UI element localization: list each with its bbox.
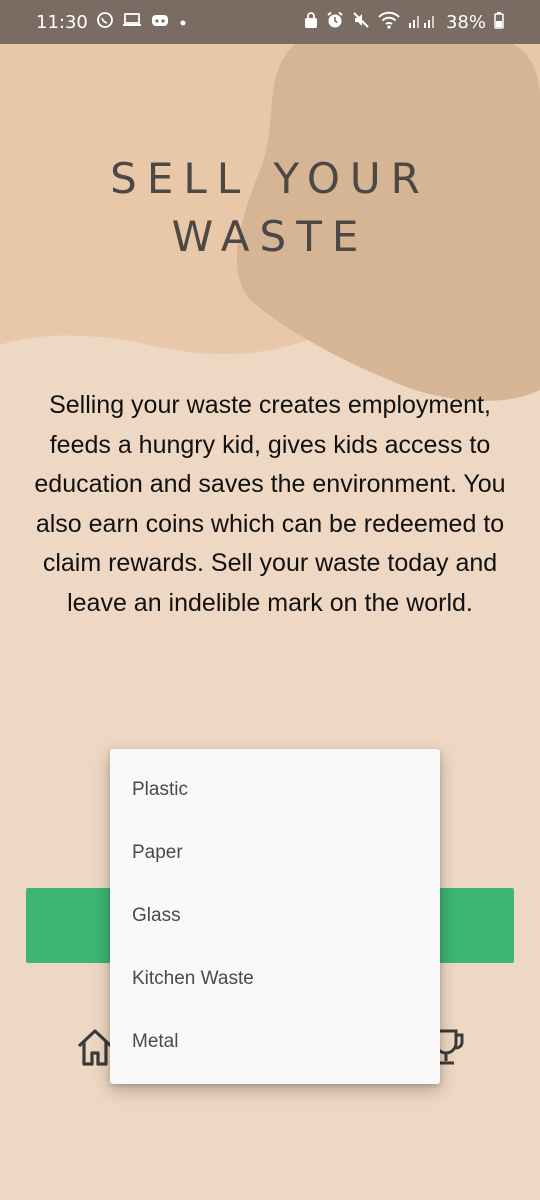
page-description: Selling your waste creates employment, f… xyxy=(34,391,506,617)
discord-icon xyxy=(150,12,170,33)
status-time: 11:30 xyxy=(36,11,88,33)
page-title: SELL YOUR WASTE xyxy=(0,150,540,266)
status-bar-left: 11:30 xyxy=(36,11,188,34)
dropdown-option-paper[interactable]: Paper xyxy=(110,821,440,884)
waste-type-dropdown: Plastic Paper Glass Kitchen Waste Metal xyxy=(110,749,440,1084)
battery-text: 38% xyxy=(445,11,486,33)
dropdown-option-glass[interactable]: Glass xyxy=(110,884,440,947)
home-icon[interactable] xyxy=(76,1027,114,1071)
page-title-line1: SELL YOUR xyxy=(110,154,430,203)
mute-icon xyxy=(352,11,370,34)
status-bar-right: 38% xyxy=(304,11,504,34)
laptop-icon xyxy=(122,12,142,33)
page-title-line2: WASTE xyxy=(171,212,369,261)
lock-icon xyxy=(304,11,318,34)
alarm-icon xyxy=(326,11,344,34)
battery-icon xyxy=(494,11,504,34)
dropdown-option-plastic[interactable]: Plastic xyxy=(110,758,440,821)
whatsapp-icon xyxy=(96,11,114,34)
dot-icon xyxy=(178,12,188,33)
wifi-icon xyxy=(378,11,400,34)
dropdown-option-kitchen-waste[interactable]: Kitchen Waste xyxy=(110,947,440,1010)
dropdown-option-metal[interactable]: Metal xyxy=(110,1010,440,1073)
status-bar: 11:30 38% xyxy=(0,0,540,44)
signal-icon xyxy=(408,11,438,34)
